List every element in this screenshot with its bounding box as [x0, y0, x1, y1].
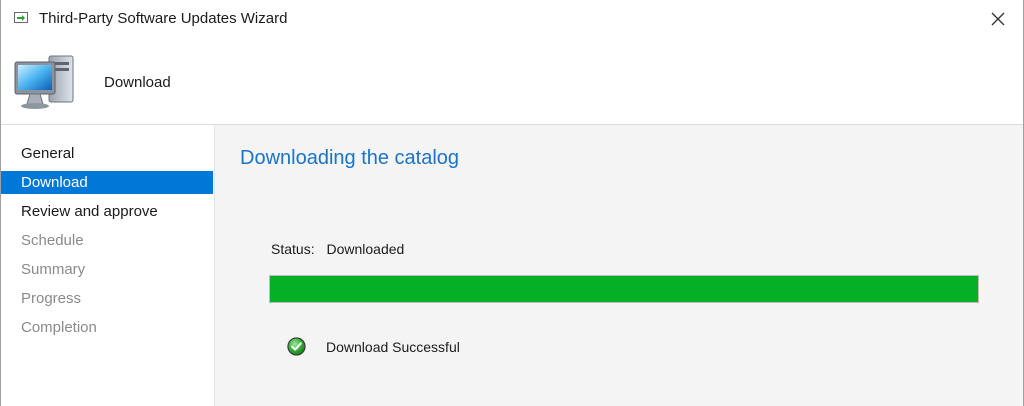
- download-progress-bar: [269, 275, 979, 303]
- nav-item-summary: Summary: [21, 261, 86, 278]
- check-circle-icon: [287, 337, 306, 356]
- page-heading: Downloading the catalog: [240, 147, 460, 169]
- content-panel: Downloading the catalog Status: Download…: [215, 125, 1023, 406]
- status-label: Status:: [271, 241, 315, 257]
- result-text: Download Successful: [326, 338, 460, 355]
- close-icon: [991, 12, 1005, 26]
- computer-icon: [14, 55, 74, 109]
- result-row: Download Successful: [287, 337, 460, 356]
- nav-item-general[interactable]: General: [1, 142, 213, 165]
- wizard-nav: General Download Review and approve Sche…: [1, 125, 215, 406]
- wizard-header: Download: [1, 38, 1023, 125]
- nav-item-download[interactable]: Download: [1, 171, 213, 194]
- close-button[interactable]: [985, 6, 1011, 32]
- header-title: Download: [104, 74, 171, 91]
- title-bar[interactable]: Third-Party Software Updates Wizard: [1, 0, 1023, 38]
- nav-item-schedule: Schedule: [21, 232, 84, 249]
- nav-item-completion: Completion: [21, 319, 97, 336]
- wizard-app-icon: [14, 12, 28, 23]
- status-row: Status: Downloaded: [271, 241, 404, 257]
- window-title: Third-Party Software Updates Wizard: [39, 10, 288, 27]
- progress-fill: [270, 276, 978, 302]
- status-value: Downloaded: [326, 241, 405, 257]
- nav-item-review-and-approve[interactable]: Review and approve: [1, 200, 213, 223]
- wizard-window: Third-Party Software Updates Wizard Down…: [0, 0, 1024, 406]
- nav-item-progress: Progress: [21, 290, 82, 307]
